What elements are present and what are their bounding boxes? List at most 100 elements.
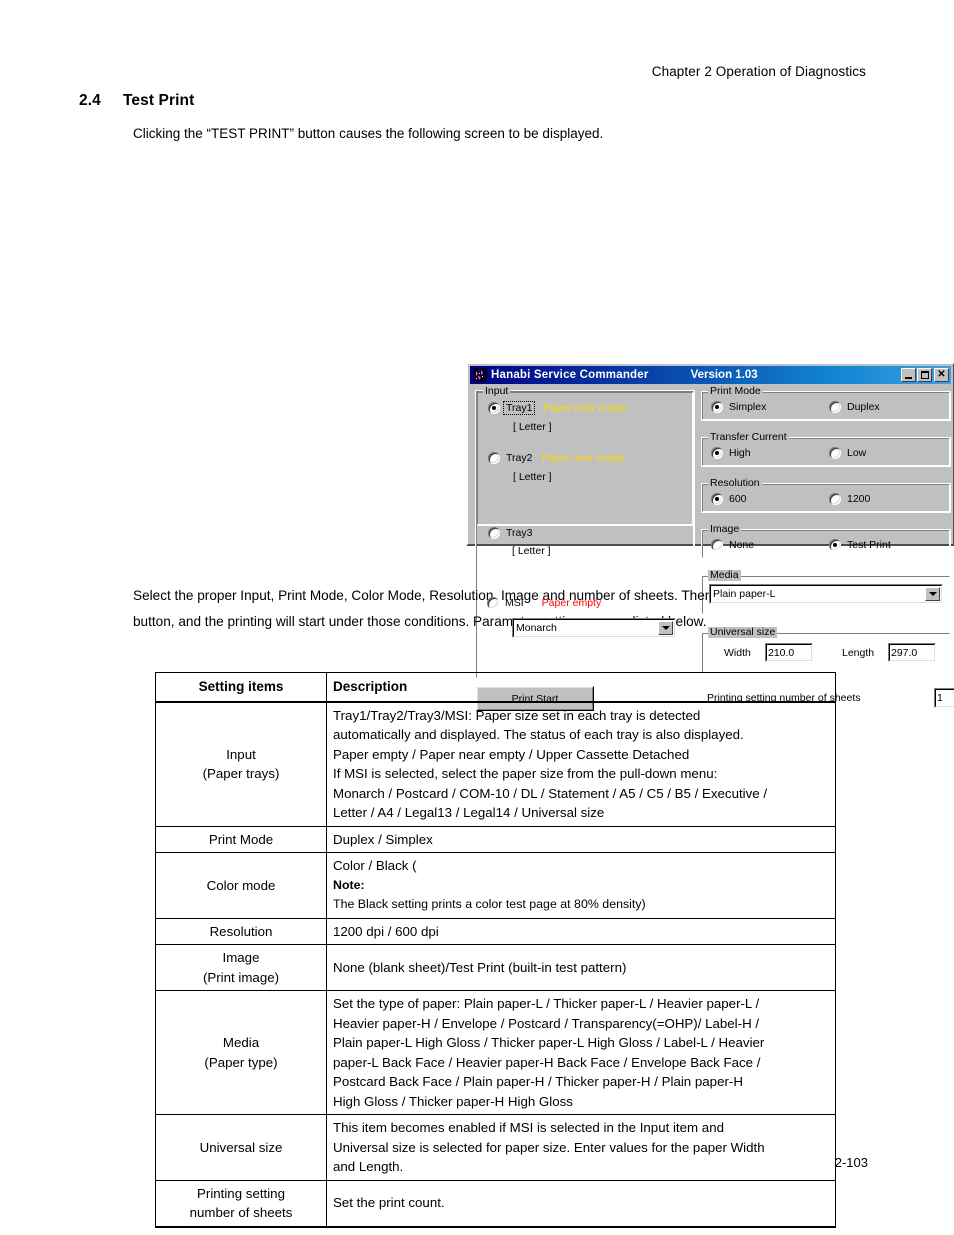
radio-simplex-indicator[interactable] — [711, 401, 723, 413]
table-row: Print Mode Duplex / Simplex — [155, 825, 836, 853]
radio-duplex-indicator[interactable] — [829, 401, 841, 413]
cell-line: Input — [226, 746, 256, 762]
window-titlebar[interactable]: Hanabi Service Commander Version 1.03 ✕ — [470, 366, 951, 384]
cell-line: Color / Black (Note: The Black setting p… — [333, 856, 829, 915]
cell-line: (Paper type) — [204, 1054, 278, 1070]
sheets-input[interactable]: 1 — [934, 688, 954, 708]
radio-image-none-indicator[interactable] — [711, 539, 723, 551]
table-cell-setting-item: Universal size — [155, 1114, 327, 1181]
msi-status: Paper empty — [541, 597, 602, 609]
radio-simplex-label: Simplex — [729, 401, 767, 413]
close-icon[interactable]: ✕ — [934, 368, 949, 382]
chevron-down-icon[interactable] — [925, 587, 940, 601]
chevron-down-icon[interactable] — [658, 621, 673, 635]
chapter-header: Chapter 2 Operation of Diagnostics — [651, 64, 866, 79]
table-cell-setting-item: Image (Print image) — [155, 944, 327, 991]
width-label: Width — [724, 647, 751, 659]
window-version: Version 1.03 — [690, 369, 758, 381]
radio-low-label: Low — [847, 447, 867, 459]
cell-line: Plain paper-L High Gloss / Thicker paper… — [333, 1035, 765, 1050]
cell-line: and Length. — [333, 1159, 404, 1174]
cell-line: If MSI is selected, select the paper siz… — [333, 766, 718, 781]
cell-line: Universal size — [199, 1139, 283, 1155]
universal-size-legend: Universal size — [708, 626, 778, 638]
cell-line: (Print image) — [202, 969, 280, 985]
radio-600-label: 600 — [729, 493, 747, 505]
radio-simplex[interactable]: Simplex — [711, 401, 766, 413]
table-cell-description: 1200 dpi / 600 dpi — [326, 917, 836, 945]
settings-table: Setting items Description Input (Paper tr… — [155, 672, 836, 1228]
radio-duplex-label: Duplex — [847, 401, 880, 413]
page-number: 2-103 — [834, 1155, 868, 1170]
table-cell-description: None (blank sheet)/Test Print (built-in … — [326, 944, 836, 991]
window-title: Hanabi Service Commander — [491, 369, 649, 381]
note-label: Note: — [333, 877, 365, 892]
universal-size-content: Width 210.0 Length 297.0 — [702, 633, 950, 673]
intro-paragraph: Clicking the “TEST PRINT” button causes … — [133, 126, 604, 141]
length-input[interactable]: 297.0 — [888, 643, 936, 662]
radio-msi-label: MSI — [505, 597, 524, 609]
table-cell-setting-item: Printing setting number of sheets — [155, 1179, 327, 1228]
radio-image-testprint-label: Test Print — [847, 539, 891, 551]
cell-line: Postcard Back Face / Plain paper-H / Thi… — [333, 1074, 743, 1089]
msi-paper-size-value: Monarch — [516, 622, 557, 634]
radio-low-indicator[interactable] — [829, 447, 841, 459]
cell-line: Duplex / Simplex — [333, 831, 433, 847]
length-value: 297.0 — [891, 646, 918, 659]
table-row: Input (Paper trays) Tray1/Tray2/Tray3/MSI:… — [155, 701, 836, 827]
table-row: Image (Print image) None (blank sheet)/Tes… — [155, 944, 836, 991]
radio-high[interactable]: High — [711, 447, 751, 459]
media-value: Plain paper-L — [713, 588, 776, 600]
cell-line: Monarch / Postcard / COM-10 / DL / State… — [333, 785, 768, 801]
resolution-group: Resolution 600 1200 — [701, 478, 951, 513]
table-row: Color mode Color / Black (Note: The Black… — [155, 852, 836, 919]
radio-image-testprint[interactable]: Test Print — [829, 539, 891, 551]
table-cell-description: Set the type of paper: Plain paper-L / T… — [326, 990, 836, 1115]
section-number: 2.4 — [79, 92, 101, 109]
cell-line: Set the type of paper: Plain paper-L / T… — [333, 996, 760, 1011]
media-select[interactable]: Plain paper-L — [709, 584, 943, 604]
input-group-extended-content: [ Letter ] MSI Paper empty Monarch — [476, 391, 694, 678]
radio-600[interactable]: 600 — [711, 493, 747, 505]
table-cell-setting-item: Media (Paper type) — [155, 990, 327, 1115]
image-legend: Image — [708, 523, 742, 535]
cell-line: Paper empty / Paper near empty / Upper C… — [333, 746, 690, 762]
msi-paper-size-select[interactable]: Monarch — [512, 618, 676, 638]
cell-line: Printing setting — [197, 1185, 285, 1201]
radio-high-indicator[interactable] — [711, 447, 723, 459]
minimize-icon[interactable] — [901, 368, 916, 382]
maximize-icon[interactable] — [917, 368, 932, 382]
media-group: Media Plain paper-L — [701, 570, 951, 615]
media-legend: Media — [708, 569, 741, 581]
length-label: Length — [842, 647, 875, 659]
dialog-frame: Hanabi Service Commander Version 1.03 ✕ … — [466, 362, 954, 711]
tray3-paper-size: [ Letter ] — [512, 545, 551, 557]
resolution-legend: Resolution — [708, 477, 762, 489]
radio-1200[interactable]: 1200 — [829, 493, 870, 505]
radio-msi[interactable]: MSI Paper empty — [487, 597, 601, 609]
window-controls: ✕ — [900, 368, 950, 382]
table-row: Printing setting number of sheets Set the … — [155, 1179, 836, 1228]
table-row: Universal size This item becomes enabled … — [155, 1114, 836, 1181]
radio-msi-indicator[interactable] — [487, 597, 499, 609]
radio-duplex[interactable]: Duplex — [829, 401, 880, 413]
radio-1200-label: 1200 — [847, 493, 871, 505]
table-cell-description: Color / Black (Note: The Black setting p… — [326, 852, 836, 919]
radio-600-indicator[interactable] — [711, 493, 723, 505]
cell-line: Set the print count. — [333, 1195, 445, 1211]
page-title: 2.4 Test Print — [79, 92, 194, 110]
table-cell-setting-item: Resolution — [155, 917, 327, 945]
radio-1200-indicator[interactable] — [829, 493, 841, 505]
radio-image-none-label: None — [729, 539, 755, 551]
table-cell-setting-item: Input (Paper trays) — [155, 701, 327, 827]
radio-low[interactable]: Low — [829, 447, 866, 459]
width-input[interactable]: 210.0 — [765, 643, 813, 662]
radio-image-testprint-indicator[interactable] — [829, 539, 841, 551]
input-group-extended: [ Letter ] MSI Paper empty Monarch — [475, 390, 695, 679]
table-body: Input (Paper trays) Tray1/Tray2/Tray3/MSI:… — [155, 701, 836, 1228]
cell-line: This item becomes enabled if MSI is sele… — [333, 1120, 724, 1135]
hanabi-service-commander-window[interactable]: Hanabi Service Commander Version 1.03 ✕ … — [233, 181, 954, 711]
print-mode-group: Print Mode Simplex Duplex — [701, 386, 951, 421]
table-cell-description: Duplex / Simplex — [326, 825, 836, 853]
radio-image-none[interactable]: None — [711, 539, 754, 551]
